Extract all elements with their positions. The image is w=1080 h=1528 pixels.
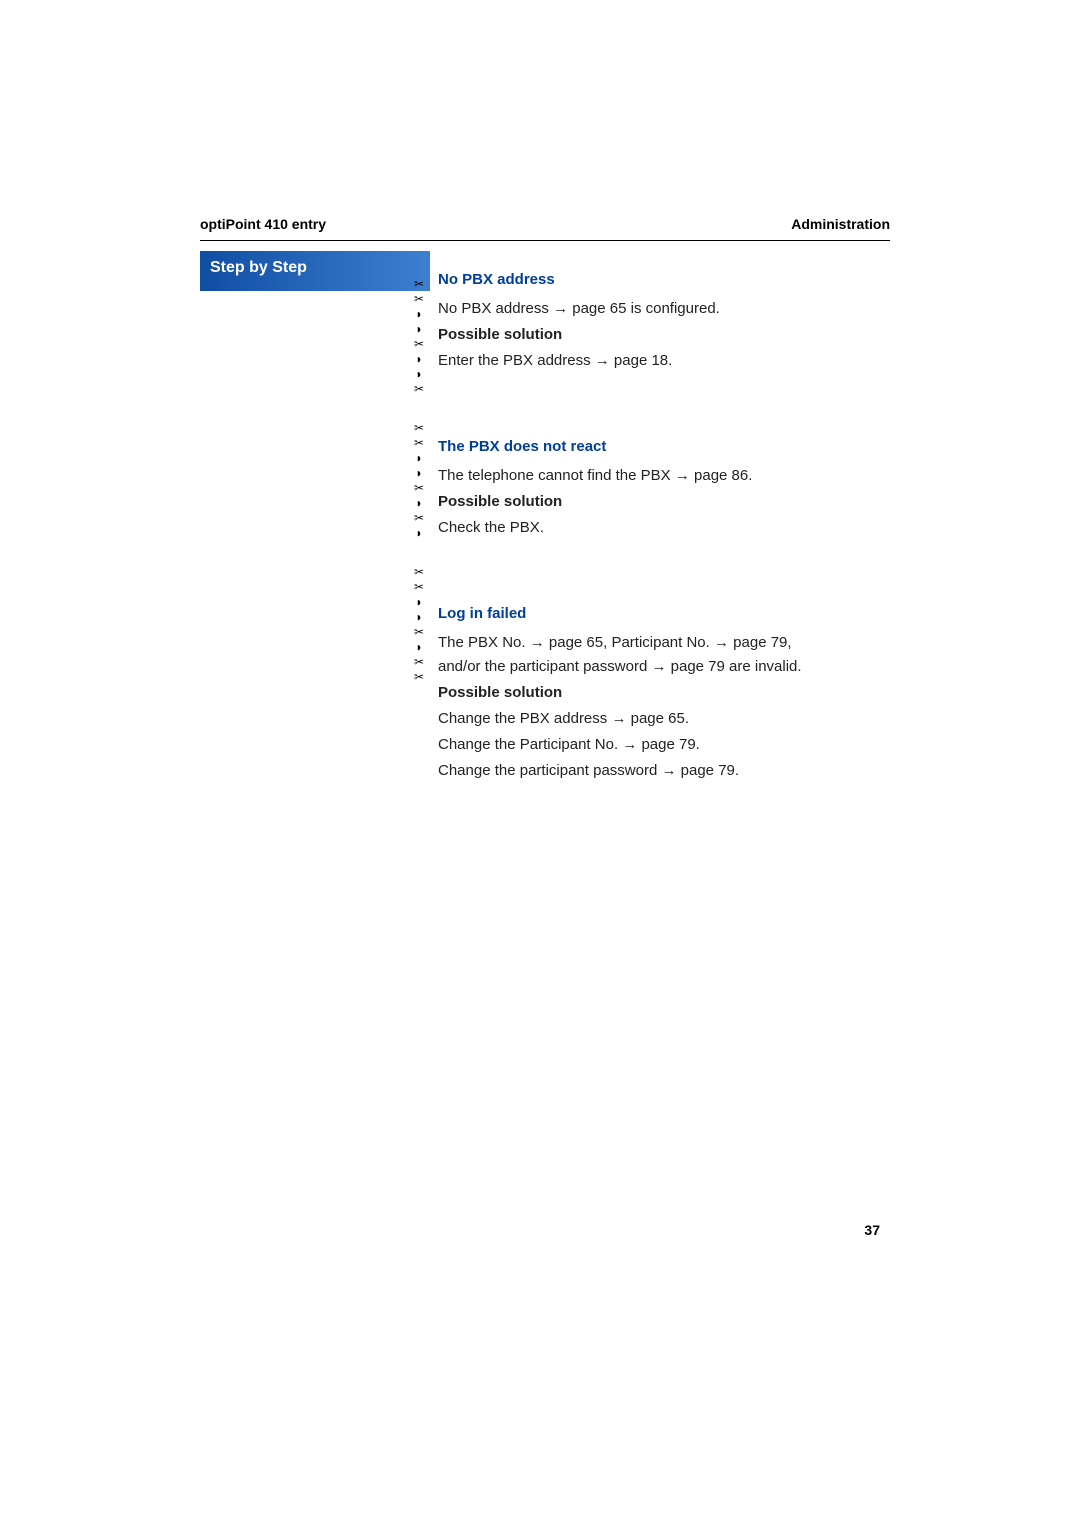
bullet-icon: ◗	[415, 367, 422, 382]
arrow-icon: →	[622, 736, 637, 753]
scissors-icon: ✂	[414, 625, 424, 640]
text-fragment: page 18.	[610, 352, 673, 369]
text-line: The telephone cannot find the PBX → page…	[438, 465, 890, 487]
text-line: The PBX No. → page 65, Participant No. →…	[438, 632, 890, 654]
arrow-icon: →	[553, 300, 568, 317]
scissors-icon: ✂	[414, 382, 424, 397]
bullet-icon: ◗	[415, 307, 422, 322]
bullet-icon: ◗	[415, 466, 422, 481]
scissors-icon: ✂	[414, 337, 424, 352]
text-line: and/or the participant password → page 7…	[438, 656, 890, 678]
text-line: Enter the PBX address → page 18.	[438, 350, 890, 372]
text-fragment: page 86.	[690, 467, 753, 484]
text-line: Change the Participant No. → page 79.	[438, 734, 890, 756]
text-fragment: page 79 are invalid.	[666, 658, 801, 675]
text-fragment: page 79.	[676, 762, 739, 779]
scissors-icon: ✂	[414, 421, 424, 436]
possible-solution-label: Possible solution	[438, 324, 890, 346]
possible-solution-label: Possible solution	[438, 491, 890, 513]
scissors-icon: ✂	[414, 511, 424, 526]
scissors-icon: ✂	[414, 655, 424, 670]
text-line: No PBX address → page 65 is configured.	[438, 298, 890, 320]
text-fragment: and/or the participant password	[438, 658, 651, 675]
text-line: Check the PBX.	[438, 517, 890, 539]
document-page: optiPoint 410 entry Administration Step …	[200, 216, 890, 786]
bullet-icon: ◗	[415, 322, 422, 337]
step-by-step-sidebar: Step by Step	[200, 251, 430, 291]
arrow-icon: →	[611, 710, 626, 727]
arrow-icon: →	[651, 658, 666, 675]
bullet-icon: ◗	[415, 451, 422, 466]
text-fragment: page 65.	[626, 710, 689, 727]
text-fragment: The telephone cannot find the PBX	[438, 467, 675, 484]
text-fragment: page 65 is configured.	[568, 300, 720, 317]
arrow-icon: →	[714, 634, 729, 651]
bullet-icon: ◗	[415, 526, 422, 541]
section-title-no-pbx: No PBX address	[438, 271, 890, 288]
section-title-login-failed: Log in failed	[438, 605, 890, 622]
text-fragment: Change the participant password	[438, 762, 661, 779]
scissors-icon: ✂	[414, 277, 424, 292]
arrow-icon: →	[595, 352, 610, 369]
scissors-icon: ✂	[414, 670, 424, 685]
header-right: Administration	[791, 216, 890, 232]
arrow-icon: →	[530, 634, 545, 651]
main-columns: Step by Step ✂ ✂ ◗ ◗ ✂ ◗ ◗ ✂ ✂ ✂ ◗ ◗ ✂ ◗…	[200, 251, 890, 786]
arrow-icon: →	[661, 762, 676, 779]
spacer	[438, 376, 890, 410]
sidebar-title: Step by Step	[210, 259, 420, 277]
scissors-icon: ✂	[414, 481, 424, 496]
page-number: 37	[864, 1222, 880, 1238]
bullet-icon: ◗	[415, 352, 422, 367]
scissors-icon: ✂	[414, 580, 424, 595]
text-fragment: page 79.	[637, 736, 700, 753]
bullet-icon: ◗	[415, 595, 422, 610]
text-fragment: Enter the PBX address	[438, 352, 595, 369]
text-line: Change the PBX address → page 65.	[438, 708, 890, 730]
arrow-icon: →	[675, 467, 690, 484]
header-left: optiPoint 410 entry	[200, 216, 326, 232]
text-fragment: No PBX address	[438, 300, 553, 317]
text-fragment: page 79,	[729, 634, 792, 651]
text-fragment: Change the Participant No.	[438, 736, 622, 753]
text-fragment: Change the PBX address	[438, 710, 611, 727]
page-header: optiPoint 410 entry Administration	[200, 216, 890, 241]
text-line: Change the participant password → page 7…	[438, 760, 890, 782]
text-fragment: The PBX No.	[438, 634, 530, 651]
scissors-icon: ✂	[414, 292, 424, 307]
section-title-pbx-no-react: The PBX does not react	[438, 438, 890, 455]
text-fragment: page 65, Participant No.	[545, 634, 714, 651]
spacer	[438, 543, 890, 577]
scissors-icon: ✂	[414, 565, 424, 580]
margin-icon-column: ✂ ✂ ◗ ◗ ✂ ◗ ◗ ✂ ✂ ✂ ◗ ◗ ✂ ◗ ✂ ◗ ✂ ✂ ◗	[412, 277, 426, 685]
bullet-icon: ◗	[415, 496, 422, 511]
bullet-icon: ◗	[415, 610, 422, 625]
bullet-icon: ◗	[415, 640, 422, 655]
content-column: ✂ ✂ ◗ ◗ ✂ ◗ ◗ ✂ ✂ ✂ ◗ ◗ ✂ ◗ ✂ ◗ ✂ ✂ ◗	[430, 251, 890, 786]
scissors-icon: ✂	[414, 436, 424, 451]
possible-solution-label: Possible solution	[438, 682, 890, 704]
